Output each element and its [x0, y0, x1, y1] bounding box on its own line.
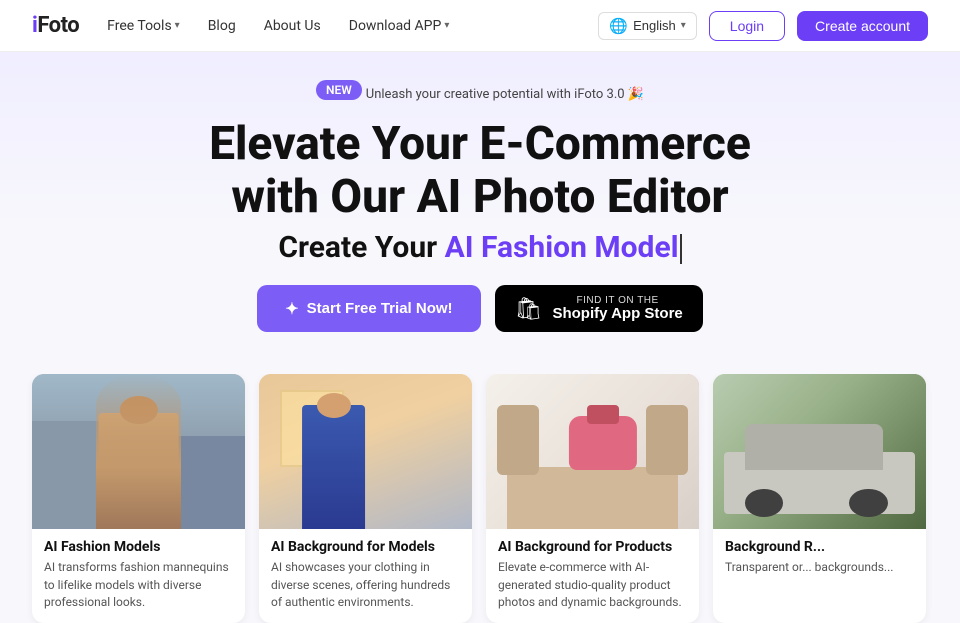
logo-foto: Foto [37, 13, 79, 38]
ai-fashion-model-image [32, 374, 245, 529]
new-badge-row: NEW Unleash your creative potential with… [316, 80, 644, 108]
start-trial-button[interactable]: ✦ Start Free Trial Now! [257, 285, 480, 333]
create-account-button[interactable]: Create account [797, 11, 928, 41]
nav-left: iFoto Free Tools ▾ Blog About Us Downloa… [32, 13, 449, 38]
card-title: AI Background for Products [498, 539, 687, 555]
cta-row: ✦ Start Free Trial Now! 🛍 FIND IT ON THE… [257, 285, 703, 333]
card-desc: AI transforms fashion mannequins to life… [44, 559, 233, 611]
text-cursor [680, 234, 682, 264]
card-title: Background R... [725, 539, 914, 555]
feature-cards-row: AI Fashion Models AI transforms fashion … [0, 374, 960, 623]
card-bg-removal: Background R... Transparent or... backgr… [713, 374, 926, 623]
card-desc: Transparent or... backgrounds... [725, 559, 914, 576]
card-body: AI Background for Models AI showcases yo… [259, 529, 472, 623]
card-bg-products: AI Background for Products Elevate e-com… [486, 374, 699, 623]
chevron-down-icon: ▾ [681, 20, 686, 31]
nav-blog[interactable]: Blog [208, 18, 236, 34]
card-body: Background R... Transparent or... backgr… [713, 529, 926, 588]
chevron-down-icon: ▾ [175, 20, 180, 31]
ai-background-models-image [259, 374, 472, 529]
login-button[interactable]: Login [709, 11, 785, 41]
shopify-text: FIND IT ON THE Shopify App Store [552, 295, 682, 323]
shopify-icon: 🛍 [515, 296, 543, 322]
nav-download-app[interactable]: Download APP ▾ [349, 18, 450, 34]
new-badge-text: Unleash your creative potential with iFo… [366, 87, 644, 102]
card-body: AI Fashion Models AI transforms fashion … [32, 529, 245, 623]
chevron-down-icon: ▾ [444, 20, 449, 31]
logo[interactable]: iFoto [32, 13, 79, 38]
language-selector[interactable]: 🌐 English ▾ [598, 12, 696, 40]
sparkle-icon: ✦ [285, 299, 298, 319]
card-title: AI Fashion Models [44, 539, 233, 555]
shopify-button[interactable]: 🛍 FIND IT ON THE Shopify App Store [495, 285, 703, 333]
nav-free-tools[interactable]: Free Tools ▾ [107, 18, 180, 34]
hero-subtitle: Create Your AI Fashion Model [278, 230, 681, 265]
globe-icon: 🌐 [609, 17, 628, 35]
card-desc: AI showcases your clothing in diverse sc… [271, 559, 460, 611]
card-desc: Elevate e-commerce with AI-generated stu… [498, 559, 687, 611]
card-body: AI Background for Products Elevate e-com… [486, 529, 699, 623]
navbar: iFoto Free Tools ▾ Blog About Us Downloa… [0, 0, 960, 52]
card-title: AI Background for Models [271, 539, 460, 555]
new-badge-tag: NEW [316, 80, 362, 100]
background-removal-image [713, 374, 926, 529]
nav-right: 🌐 English ▾ Login Create account [598, 11, 928, 41]
hero-title: Elevate Your E-Commerce with Our AI Phot… [209, 118, 751, 224]
card-fashion-models: AI Fashion Models AI transforms fashion … [32, 374, 245, 623]
nav-about-us[interactable]: About Us [264, 18, 321, 34]
card-bg-models: AI Background for Models AI showcases yo… [259, 374, 472, 623]
hero-section: NEW Unleash your creative potential with… [0, 52, 960, 374]
ai-background-products-image [486, 374, 699, 529]
